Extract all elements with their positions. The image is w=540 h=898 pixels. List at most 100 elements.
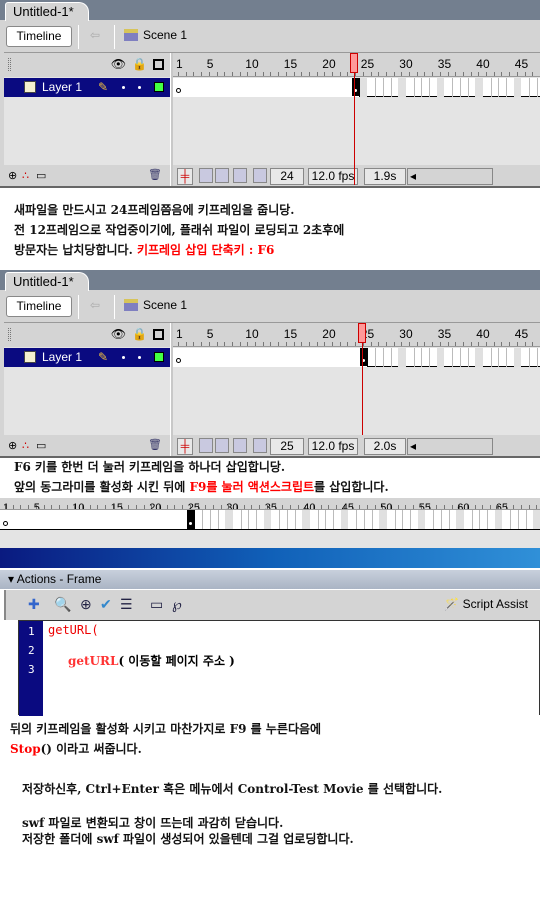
document-tab[interactable]: Untitled-1* [5, 2, 89, 21]
ruler-tick [462, 342, 464, 346]
ruler-tick [370, 72, 372, 76]
ruler-tick [397, 505, 399, 509]
text-line: 앞의 동그라미를 활성화 시킨 뒤에 [14, 480, 190, 494]
onion-markers-icon[interactable] [253, 438, 267, 453]
ruler-tick [220, 505, 222, 509]
playhead[interactable] [357, 323, 366, 343]
ruler-tick [362, 72, 364, 76]
horizontal-scrollbar[interactable]: ◂ [407, 438, 493, 455]
outline-icon[interactable] [153, 328, 164, 340]
frame-track[interactable] [0, 510, 540, 530]
text-line: F6 키를 한번 더 눌러 키프레임을 하나더 삽입합니당. [14, 460, 286, 474]
ruler-tick [532, 342, 534, 346]
timeline-status-bar: ╪ 24 12.0 fps 1.9s ◂ [173, 165, 540, 186]
timeline-button[interactable]: Timeline [6, 26, 72, 47]
ruler-tick [413, 505, 415, 509]
back-arrow-icon[interactable]: ⇦ [90, 298, 100, 312]
frame-ruler[interactable]: 1 5 10 15 20 25 30 35 40 45 50 55 60 65 [0, 498, 540, 510]
scene-breadcrumb[interactable]: Scene 1 [124, 298, 187, 312]
ruler-tick [513, 505, 515, 509]
code-hint-icon[interactable]: ▭ [150, 596, 163, 613]
script-editor[interactable]: 1 2 3 getURL( getURL( 이동할 페이지 주소 ) [18, 620, 540, 716]
find-icon[interactable]: 🔍 [54, 596, 71, 613]
insert-folder-icon[interactable]: ▭ [36, 439, 46, 452]
add-guide-icon[interactable]: ∴ [22, 439, 29, 452]
layer-icon [24, 351, 36, 363]
lock-icon[interactable]: 🔒 [132, 57, 147, 71]
playhead[interactable] [350, 53, 359, 73]
code-hint-text: ( 이동할 페이지 주소 ) [118, 654, 235, 668]
outline-icon[interactable] [153, 58, 164, 70]
ruler-tick [185, 72, 187, 76]
ruler-tick [324, 342, 326, 346]
layer-color-swatch[interactable] [154, 352, 164, 362]
frame-track[interactable] [173, 78, 540, 97]
auto-format-icon[interactable]: ☰ [120, 596, 133, 613]
ruler-tick [451, 505, 453, 509]
eye-icon[interactable]: 👁 [111, 327, 126, 341]
frame-rate[interactable]: 12.0 fps [308, 438, 358, 455]
ruler-tick [285, 72, 287, 76]
frame-span[interactable] [173, 348, 368, 367]
frame-ruler[interactable]: 1 5 10 15 20 25 30 35 40 45 [173, 323, 540, 347]
target-icon[interactable]: ⊕ [80, 596, 92, 613]
collapse-triangle-icon[interactable]: ▾ [8, 572, 17, 586]
scene-breadcrumb[interactable]: Scene 1 [124, 28, 187, 42]
ruler-label: 1 [3, 502, 10, 510]
ruler-label: 35 [437, 327, 452, 341]
insert-layer-icon[interactable]: ⊕ [8, 439, 17, 452]
edit-multiple-icon[interactable] [233, 438, 247, 453]
onion-skin-icon[interactable] [199, 438, 213, 453]
ruler-label: 65 [495, 502, 509, 510]
frame-span[interactable] [173, 78, 360, 97]
layer-tools: ⊕ ∴ ▭ 🗑 [4, 165, 170, 186]
frame-rate[interactable]: 12.0 fps [308, 168, 358, 185]
center-frame-icon[interactable]: ╪ [177, 168, 193, 185]
frame-track[interactable] [173, 348, 540, 367]
keyframe-dot[interactable] [176, 88, 181, 93]
ruler-tick [339, 342, 341, 346]
check-syntax-icon[interactable]: ✔ [100, 596, 112, 613]
onion-outline-icon[interactable] [215, 438, 229, 453]
trash-icon[interactable]: 🗑 [148, 168, 162, 181]
ruler-tick [193, 72, 195, 76]
debug-options-icon[interactable]: ℘ [172, 596, 182, 613]
selected-frame[interactable] [186, 510, 195, 529]
ruler-tick [247, 342, 249, 346]
add-guide-icon[interactable]: ∴ [22, 169, 29, 182]
center-frame-icon[interactable]: ╪ [177, 438, 193, 455]
ruler-tick [208, 342, 210, 346]
onion-markers-icon[interactable] [253, 168, 267, 183]
frame-span[interactable] [0, 510, 195, 529]
keyframe-dot[interactable] [187, 521, 193, 526]
timeline-button[interactable]: Timeline [6, 296, 72, 317]
onion-skin-icon[interactable] [199, 168, 213, 183]
document-tab-bar: Untitled-1* [0, 270, 540, 291]
scene-clapper-icon [124, 29, 138, 41]
document-tab[interactable]: Untitled-1* [5, 272, 89, 291]
script-assist-button[interactable]: 🪄 Script Assist [444, 597, 528, 611]
layer-row[interactable]: Layer 1 ✎ [4, 78, 170, 97]
add-action-icon[interactable]: ✚ [28, 596, 40, 613]
scene-label: Scene 1 [143, 28, 188, 42]
insert-folder-icon[interactable]: ▭ [36, 169, 46, 182]
layer-color-swatch[interactable] [154, 82, 164, 92]
horizontal-scrollbar[interactable]: ◂ [407, 168, 493, 185]
ruler-tick [216, 342, 218, 346]
trash-icon[interactable]: 🗑 [148, 438, 162, 451]
insert-layer-icon[interactable]: ⊕ [8, 169, 17, 182]
actions-panel-header[interactable]: ▾ Actions - Frame [0, 570, 540, 589]
back-arrow-icon[interactable]: ⇦ [90, 28, 100, 42]
keyframe-dot[interactable] [3, 521, 8, 526]
keyframe-dot[interactable] [176, 358, 181, 363]
text-line: 뒤의 키프레임을 활성화 시키고 마찬가지로 F9 를 누른다음에 [10, 722, 322, 736]
ruler-tick [528, 505, 530, 509]
edit-multiple-icon[interactable] [233, 168, 247, 183]
onion-outline-icon[interactable] [215, 168, 229, 183]
ruler-tick [359, 505, 361, 509]
eye-icon[interactable]: 👁 [111, 57, 126, 71]
edit-bar: Timeline ⇦ Scene 1 [4, 292, 540, 320]
layer-row[interactable]: Layer 1 ✎ [4, 348, 170, 367]
ruler-label: 15 [283, 327, 298, 341]
lock-icon[interactable]: 🔒 [132, 327, 147, 341]
